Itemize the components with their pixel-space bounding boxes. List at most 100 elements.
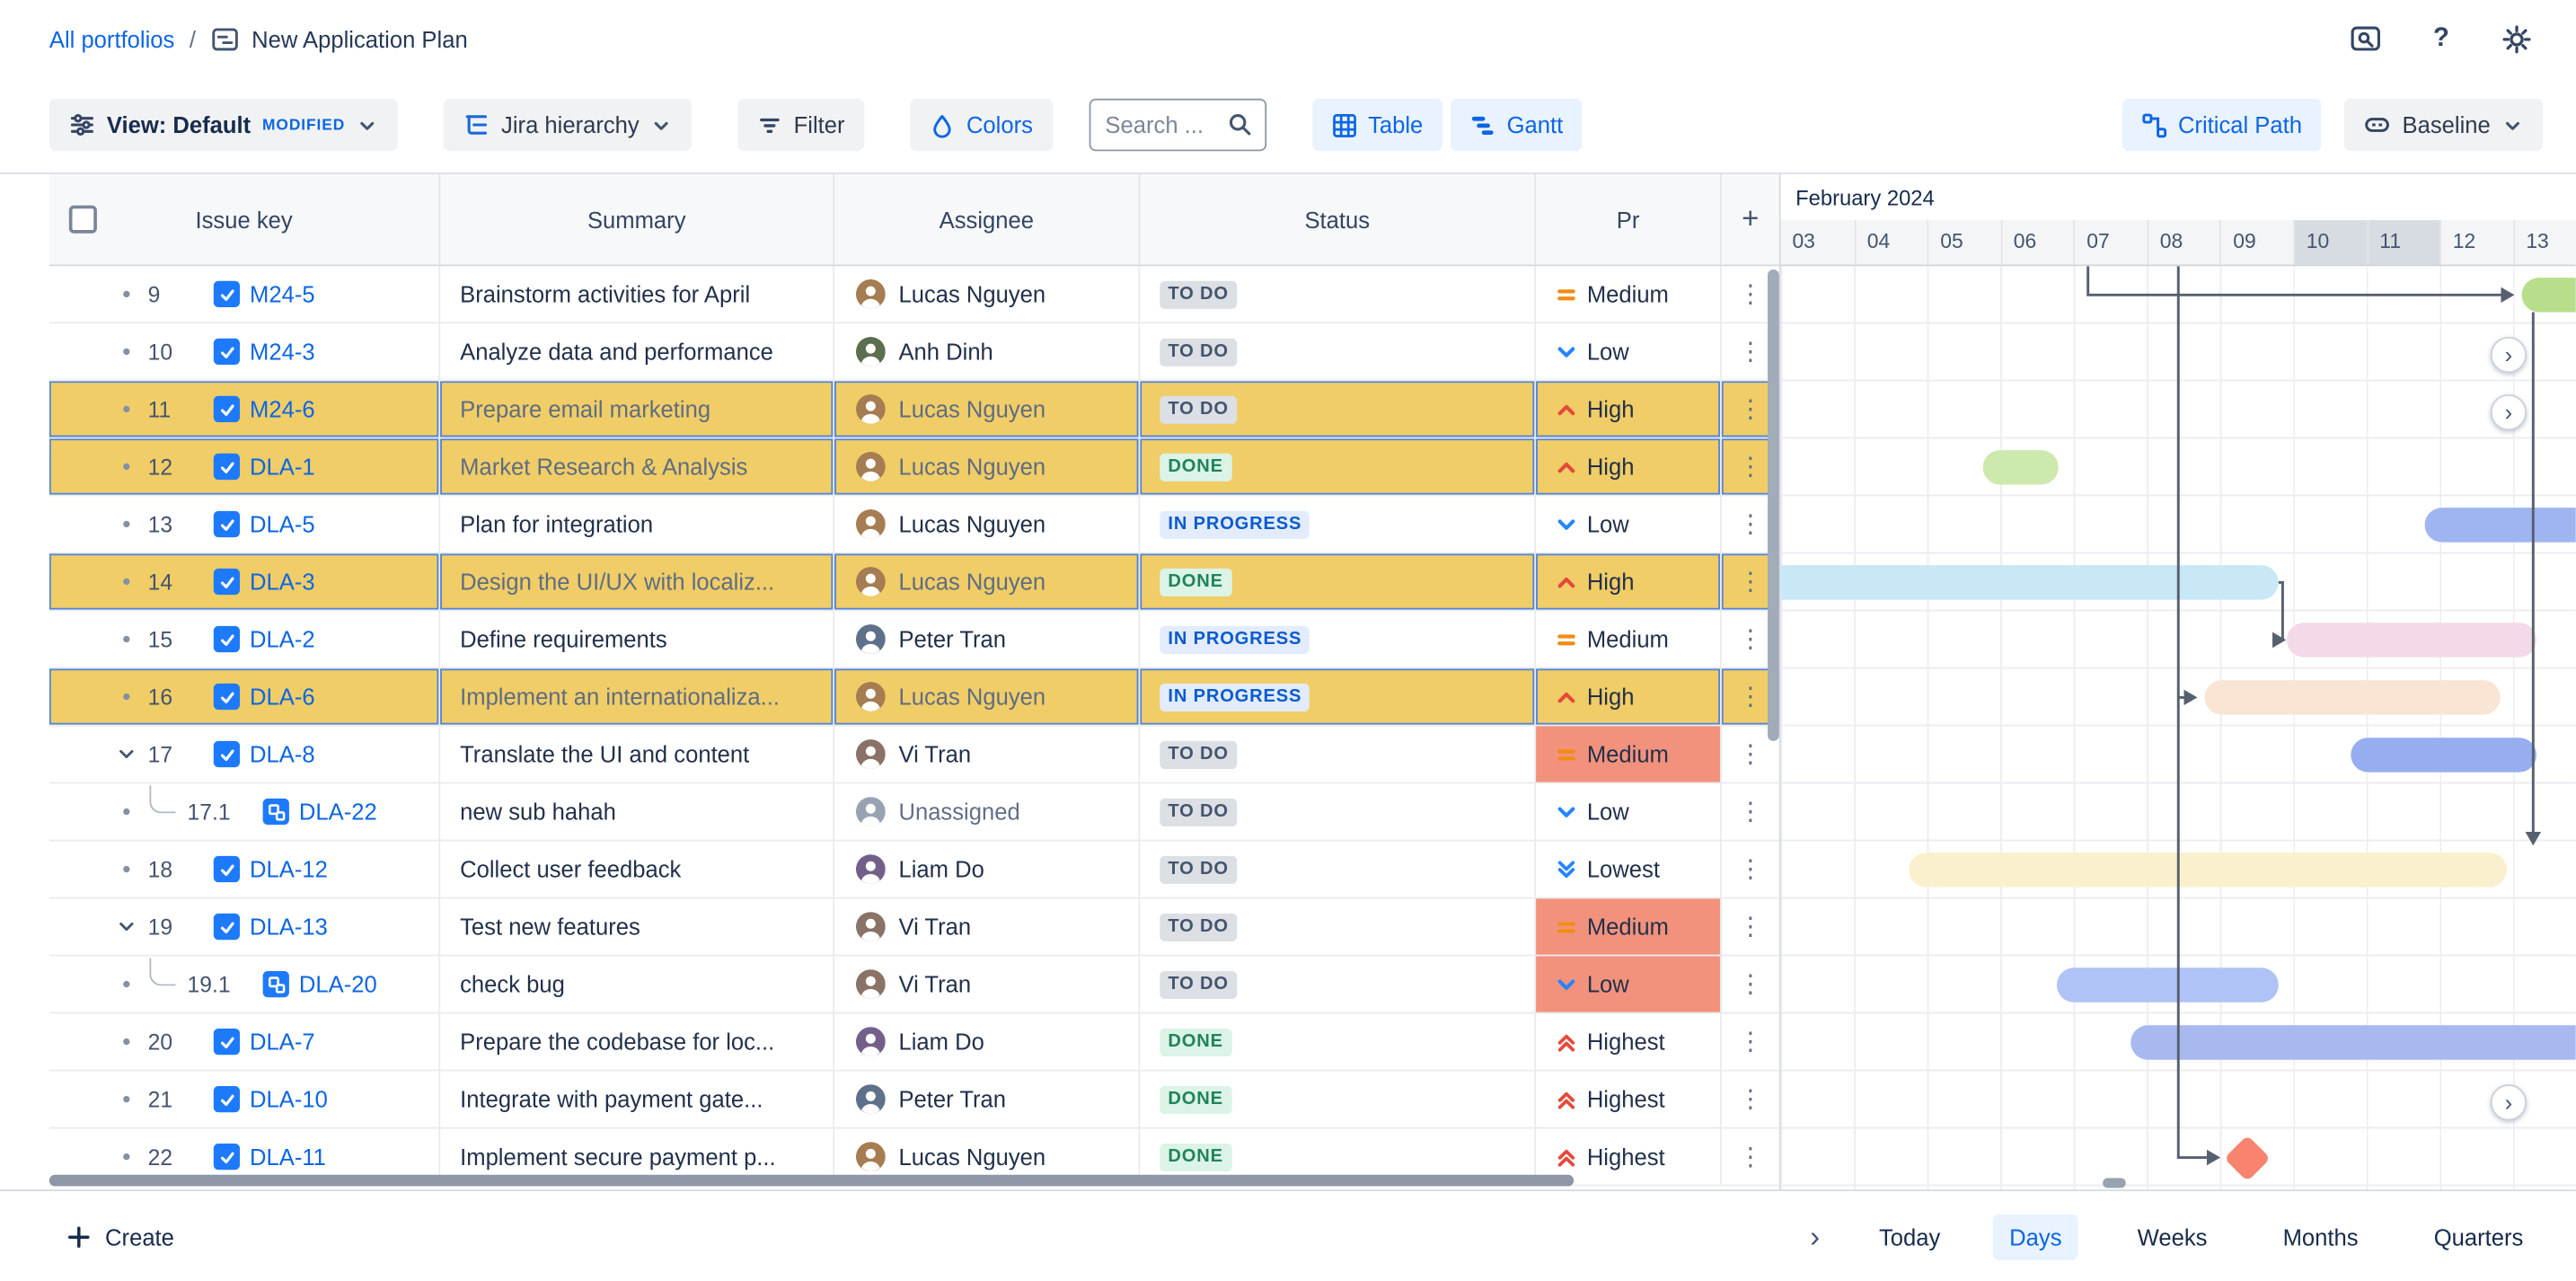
summary-cell[interactable]: Test new features xyxy=(440,898,834,954)
gantt-milestone[interactable] xyxy=(2224,1135,2271,1181)
timescale-months[interactable]: Months xyxy=(2266,1215,2375,1260)
table-row[interactable]: 21DLA-10Integrate with payment gate...Pe… xyxy=(49,1072,1779,1129)
column-header-assignee[interactable]: Assignee xyxy=(834,174,1140,265)
table-row[interactable]: 13DLA-5Plan for integrationLucas NguyenI… xyxy=(49,496,1779,553)
table-view-button[interactable]: Table xyxy=(1312,99,1442,152)
table-row[interactable]: 11M24-6Prepare email marketingLucas Nguy… xyxy=(49,381,1779,438)
assignee-cell[interactable]: Lucas Nguyen xyxy=(834,438,1140,494)
priority-cell[interactable]: High xyxy=(1536,553,1722,609)
gantt-bar[interactable] xyxy=(1983,450,2059,484)
row-menu-button[interactable]: ⋮ xyxy=(1722,898,1779,954)
summary-cell[interactable]: Implement an internationaliza... xyxy=(440,668,834,724)
assignee-cell[interactable]: Liam Do xyxy=(834,841,1140,897)
status-cell[interactable]: TO DO xyxy=(1140,956,1536,1012)
gantt-bar[interactable] xyxy=(2130,1025,2576,1059)
table-row[interactable]: 16DLA-6Implement an internationaliza...L… xyxy=(49,668,1779,726)
gantt-horizontal-scrollbar[interactable] xyxy=(2103,1178,2126,1188)
timescale-days[interactable]: Days xyxy=(1993,1215,2078,1260)
issue-key-link[interactable]: DLA-13 xyxy=(250,914,328,940)
filter-button[interactable]: Filter xyxy=(737,99,864,152)
column-header-summary[interactable]: Summary xyxy=(440,174,834,265)
summary-cell[interactable]: Translate the UI and content xyxy=(440,726,834,782)
status-cell[interactable]: IN PROGRESS xyxy=(1140,496,1536,552)
table-row[interactable]: 20DLA-7Prepare the codebase for loc...Li… xyxy=(49,1013,1779,1071)
expand-chevron-icon[interactable] xyxy=(115,745,138,764)
summary-cell[interactable]: check bug xyxy=(440,956,834,1012)
summary-cell[interactable]: Market Research & Analysis xyxy=(440,438,834,494)
gantt-bar[interactable] xyxy=(2351,738,2536,772)
settings-button[interactable] xyxy=(2491,13,2544,66)
issue-key-link[interactable]: DLA-3 xyxy=(250,569,315,595)
summary-cell[interactable]: Integrate with payment gate... xyxy=(440,1072,834,1127)
row-menu-button[interactable]: ⋮ xyxy=(1722,1129,1779,1185)
assignee-cell[interactable]: Lucas Nguyen xyxy=(834,496,1140,552)
summary-cell[interactable]: Prepare email marketing xyxy=(440,381,834,437)
table-row[interactable]: 14DLA-3Design the UI/UX with localiz...L… xyxy=(49,553,1779,611)
timescale-weeks[interactable]: Weeks xyxy=(2121,1215,2223,1260)
issue-key-link[interactable]: M24-5 xyxy=(250,281,315,307)
colors-button[interactable]: Colors xyxy=(911,99,1053,152)
status-cell[interactable]: TO DO xyxy=(1140,323,1536,379)
help-button[interactable]: ? xyxy=(2415,13,2468,66)
assignee-cell[interactable]: Unassigned xyxy=(834,783,1140,839)
hierarchy-selector[interactable]: Jira hierarchy xyxy=(444,99,692,152)
issue-key-link[interactable]: DLA-11 xyxy=(250,1144,326,1170)
status-cell[interactable]: IN PROGRESS xyxy=(1140,611,1536,667)
row-menu-button[interactable]: ⋮ xyxy=(1722,783,1779,839)
assignee-cell[interactable]: Anh Dinh xyxy=(834,323,1140,379)
issue-key-link[interactable]: DLA-12 xyxy=(250,856,328,882)
gantt-bar[interactable] xyxy=(2205,680,2501,714)
view-selector[interactable]: View: Default MODIFIED xyxy=(49,99,398,152)
summary-cell[interactable]: Define requirements xyxy=(440,611,834,667)
table-row[interactable]: 15DLA-2Define requirementsPeter TranIN P… xyxy=(49,611,1779,668)
baseline-button[interactable]: Baseline xyxy=(2345,99,2544,152)
table-row[interactable]: 19.1DLA-20check bugVi TranTO DOLow⋮ xyxy=(49,956,1779,1013)
priority-cell[interactable]: Medium xyxy=(1536,266,1722,322)
vertical-scrollbar[interactable] xyxy=(1768,269,1779,741)
scroll-to-bar-button[interactable]: › xyxy=(2491,1083,2527,1119)
status-cell[interactable]: DONE xyxy=(1140,438,1536,494)
priority-cell[interactable]: High xyxy=(1536,381,1722,437)
status-cell[interactable]: TO DO xyxy=(1140,898,1536,954)
assignee-cell[interactable]: Vi Tran xyxy=(834,726,1140,782)
issue-key-link[interactable]: DLA-2 xyxy=(250,626,315,652)
assignee-cell[interactable]: Lucas Nguyen xyxy=(834,381,1140,437)
search-input[interactable] xyxy=(1102,110,1227,140)
table-row[interactable]: 17DLA-8Translate the UI and contentVi Tr… xyxy=(49,726,1779,783)
status-cell[interactable]: TO DO xyxy=(1140,726,1536,782)
expand-panel-button[interactable]: › xyxy=(1804,1223,1827,1252)
assignee-cell[interactable]: Vi Tran xyxy=(834,898,1140,954)
status-cell[interactable]: DONE xyxy=(1140,1072,1536,1127)
summary-cell[interactable]: Collect user feedback xyxy=(440,841,834,897)
priority-cell[interactable]: Low xyxy=(1536,323,1722,379)
issue-key-link[interactable]: DLA-20 xyxy=(299,971,377,997)
priority-cell[interactable]: Highest xyxy=(1536,1072,1722,1127)
table-row[interactable]: 17.1DLA-22new sub hahahUnassignedTO DOLo… xyxy=(49,783,1779,841)
summary-cell[interactable]: Brainstorm activities for April xyxy=(440,266,834,322)
status-cell[interactable]: TO DO xyxy=(1140,266,1536,322)
priority-cell[interactable]: Low xyxy=(1536,783,1722,839)
present-button[interactable] xyxy=(2339,13,2392,66)
gantt-bar[interactable] xyxy=(1781,565,2279,599)
column-header-issue-key[interactable]: Issue key xyxy=(49,174,440,265)
breadcrumb-all-portfolios[interactable]: All portfolios xyxy=(49,25,174,51)
select-all-checkbox[interactable] xyxy=(69,206,97,234)
table-row[interactable]: 12DLA-1Market Research & AnalysisLucas N… xyxy=(49,438,1779,496)
column-header-status[interactable]: Status xyxy=(1140,174,1536,265)
status-cell[interactable]: DONE xyxy=(1140,553,1536,609)
assignee-cell[interactable]: Liam Do xyxy=(834,1013,1140,1069)
issue-key-link[interactable]: DLA-1 xyxy=(250,454,315,480)
scroll-to-bar-button[interactable]: › xyxy=(2491,393,2527,429)
gantt-bar[interactable] xyxy=(2522,278,2576,312)
priority-cell[interactable]: Medium xyxy=(1536,611,1722,667)
table-row[interactable]: 19DLA-13Test new featuresVi TranTO DOMed… xyxy=(49,898,1779,956)
priority-cell[interactable]: High xyxy=(1536,668,1722,724)
gantt-bar[interactable] xyxy=(2287,623,2536,657)
assignee-cell[interactable]: Lucas Nguyen xyxy=(834,668,1140,724)
issue-key-link[interactable]: DLA-22 xyxy=(299,799,377,825)
summary-cell[interactable]: Design the UI/UX with localiz... xyxy=(440,553,834,609)
issue-key-link[interactable]: DLA-8 xyxy=(250,741,315,767)
table-row[interactable]: 9M24-5Brainstorm activities for AprilLuc… xyxy=(49,266,1779,323)
priority-cell[interactable]: Medium xyxy=(1536,726,1722,782)
priority-cell[interactable]: Lowest xyxy=(1536,841,1722,897)
